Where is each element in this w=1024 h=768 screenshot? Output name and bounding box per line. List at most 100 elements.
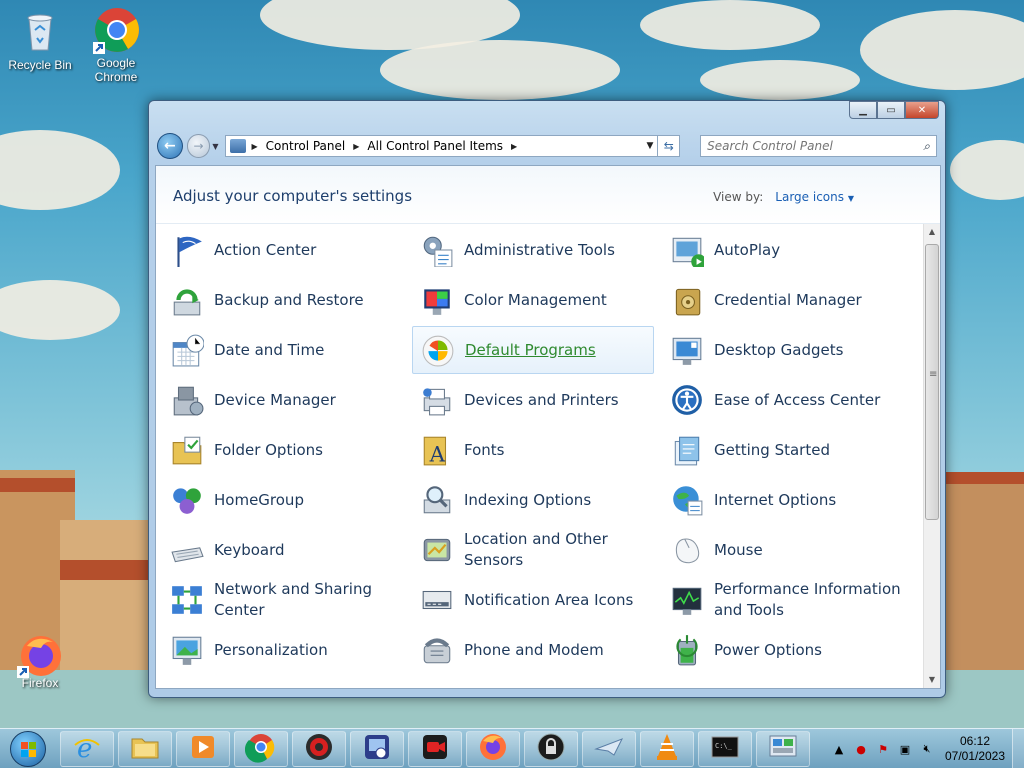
cp-item-label: Indexing Options xyxy=(464,490,592,509)
arrow-left-icon: ← xyxy=(163,138,176,154)
control-panel-window[interactable]: ▁ ▭ ✕ ← → ▼ ▶ Control Panel ▶ All Contro… xyxy=(148,100,946,698)
taskbar-button-app-red[interactable] xyxy=(292,731,346,767)
close-icon: ✕ xyxy=(917,104,927,116)
cp-item-keyboard[interactable]: Keyboard xyxy=(170,526,412,574)
cp-item-label: Credential Manager xyxy=(714,290,862,309)
cp-item-credential-manager[interactable]: Credential Manager xyxy=(670,276,912,324)
cp-item-device-manager[interactable]: Device Manager xyxy=(170,376,412,424)
cp-item-label: Folder Options xyxy=(214,440,323,459)
window-controls: ▁ ▭ ✕ xyxy=(849,101,939,119)
cp-item-fonts[interactable]: A Fonts xyxy=(420,426,662,474)
cp-item-label: Keyboard xyxy=(214,540,285,559)
search-input[interactable] xyxy=(707,139,908,153)
chevron-right-icon[interactable]: ▶ xyxy=(353,142,359,151)
cp-item-location-and-other-sensors[interactable]: Location and Other Sensors xyxy=(420,526,662,574)
cp-item-date-and-time[interactable]: Date and Time xyxy=(170,326,412,374)
cp-item-label: Notification Area Icons xyxy=(464,590,634,609)
performance-icon xyxy=(670,583,704,617)
start-button[interactable] xyxy=(2,730,54,768)
cp-item-indexing-options[interactable]: Indexing Options xyxy=(420,476,662,524)
refresh-button[interactable]: ⇆ xyxy=(658,135,681,157)
cp-item-folder-options[interactable]: Folder Options xyxy=(170,426,412,474)
desktop-icon-firefox[interactable]: Firefox xyxy=(0,632,80,690)
cp-item-default-programs[interactable]: Default Programs xyxy=(412,326,654,374)
network-icon[interactable]: ▣ xyxy=(897,741,913,757)
taskbar-button-plane[interactable] xyxy=(582,731,636,767)
desktop-icon-chrome[interactable]: Google Chrome xyxy=(76,6,156,84)
control-panel-icon xyxy=(229,139,246,153)
show-desktop-button[interactable] xyxy=(1012,729,1024,768)
minimize-button[interactable]: ▁ xyxy=(849,101,877,119)
cp-item-autoplay[interactable]: AutoPlay xyxy=(670,226,912,274)
scroll-up-button[interactable]: ▲ xyxy=(924,224,940,240)
action-center-flag-icon[interactable]: ⚑ xyxy=(875,741,891,757)
view-by-dropdown[interactable]: Large icons ▼ xyxy=(775,190,854,204)
scroll-thumb[interactable] xyxy=(925,244,939,520)
chevron-right-icon[interactable]: ▶ xyxy=(511,142,517,151)
cp-item-performance-information-and-tools[interactable]: Performance Information and Tools xyxy=(670,576,912,624)
cp-item-personalization[interactable]: Personalization xyxy=(170,626,412,674)
show-hidden-icons-button[interactable]: ▲ xyxy=(831,741,847,757)
breadcrumb-all-items[interactable]: All Control Panel Items xyxy=(367,139,503,153)
taskbar-button-remote[interactable] xyxy=(350,731,404,767)
close-button[interactable]: ✕ xyxy=(905,101,939,119)
cp-item-getting-started[interactable]: Getting Started xyxy=(670,426,912,474)
recent-pages-dropdown[interactable]: ▼ xyxy=(212,142,218,151)
cp-item-label: Color Management xyxy=(464,290,607,309)
taskbar-button-recorder[interactable] xyxy=(408,731,462,767)
search-box[interactable]: ⌕ xyxy=(700,135,937,157)
homegroup-icon xyxy=(170,483,204,517)
cp-item-desktop-gadgets[interactable]: Desktop Gadgets xyxy=(670,326,912,374)
cp-item-label: Desktop Gadgets xyxy=(714,340,844,359)
fonts-icon: A xyxy=(420,433,454,468)
page-title: Adjust your computer's settings xyxy=(173,187,413,205)
media-player-icon xyxy=(187,731,219,767)
tray-app-icon[interactable]: ● xyxy=(853,741,869,757)
taskbar-button-file-explorer[interactable] xyxy=(118,731,172,767)
cmd-icon: C:\_ xyxy=(709,731,741,767)
cp-item-mouse[interactable]: Mouse xyxy=(670,526,912,574)
cp-item-backup-and-restore[interactable]: Backup and Restore xyxy=(170,276,412,324)
taskbar-button-internet-explorer[interactable]: e xyxy=(60,731,114,767)
cp-item-color-management[interactable]: Color Management xyxy=(420,276,662,324)
maximize-button[interactable]: ▭ xyxy=(877,101,905,119)
chevron-down-icon[interactable]: ▼ xyxy=(647,141,654,151)
cp-item-notification-area-icons[interactable]: Notification Area Icons xyxy=(420,576,662,624)
cp-item-power-options[interactable]: Power Options xyxy=(670,626,912,674)
taskbar-button-cmd[interactable]: C:\_ xyxy=(698,731,752,767)
autoplay-icon xyxy=(670,233,707,270)
cp-item-administrative-tools[interactable]: Administrative Tools xyxy=(420,226,662,274)
cp-item-ease-of-access-center[interactable]: Ease of Access Center xyxy=(670,376,912,424)
cp-item-homegroup[interactable]: HomeGroup xyxy=(170,476,412,524)
search-icon[interactable]: ⌕ xyxy=(923,139,930,154)
scroll-down-button[interactable]: ▼ xyxy=(924,672,940,688)
remote-icon xyxy=(361,731,393,767)
chevron-right-icon[interactable]: ▶ xyxy=(252,142,258,151)
taskbar-button-firefox[interactable] xyxy=(466,731,520,767)
cp-item-devices-and-printers[interactable]: Devices and Printers xyxy=(420,376,662,424)
back-button[interactable]: ← xyxy=(157,133,183,159)
folder-icon xyxy=(170,433,204,467)
forward-button[interactable]: → xyxy=(186,134,211,158)
vertical-scrollbar[interactable]: ▲ ▼ xyxy=(923,224,940,688)
breadcrumb-control-panel[interactable]: Control Panel xyxy=(266,139,346,153)
taskbar-button-vlc[interactable] xyxy=(640,731,694,767)
vault-icon xyxy=(670,283,704,317)
taskbar-button-lock[interactable] xyxy=(524,731,578,767)
svg-text:e: e xyxy=(77,734,92,763)
cp-item-action-center[interactable]: Action Center xyxy=(170,226,412,274)
taskbar-button-chrome[interactable] xyxy=(234,731,288,767)
clock[interactable]: 06:12 07/01/2023 xyxy=(938,734,1012,764)
cp-item-internet-options[interactable]: Internet Options xyxy=(670,476,912,524)
taskbar-button-media-player[interactable] xyxy=(176,731,230,767)
content-header: Adjust your computer's settings View by:… xyxy=(156,166,940,224)
volume-muted-icon[interactable]: 🔇︎ xyxy=(919,741,935,757)
cp-item-network-and-sharing-center[interactable]: Network and Sharing Center xyxy=(170,576,412,624)
desktop-icon-recycle-bin[interactable]: Recycle Bin xyxy=(0,8,80,72)
cp-item-phone-and-modem[interactable]: Phone and Modem xyxy=(420,626,662,674)
taskbar-button-control-panel[interactable] xyxy=(756,731,810,767)
internet-explorer-icon: e xyxy=(71,731,103,767)
address-bar[interactable]: ▶ Control Panel ▶ All Control Panel Item… xyxy=(224,135,659,157)
cp-item-label: Power Options xyxy=(714,640,822,659)
content-pane: Adjust your computer's settings View by:… xyxy=(155,165,941,689)
